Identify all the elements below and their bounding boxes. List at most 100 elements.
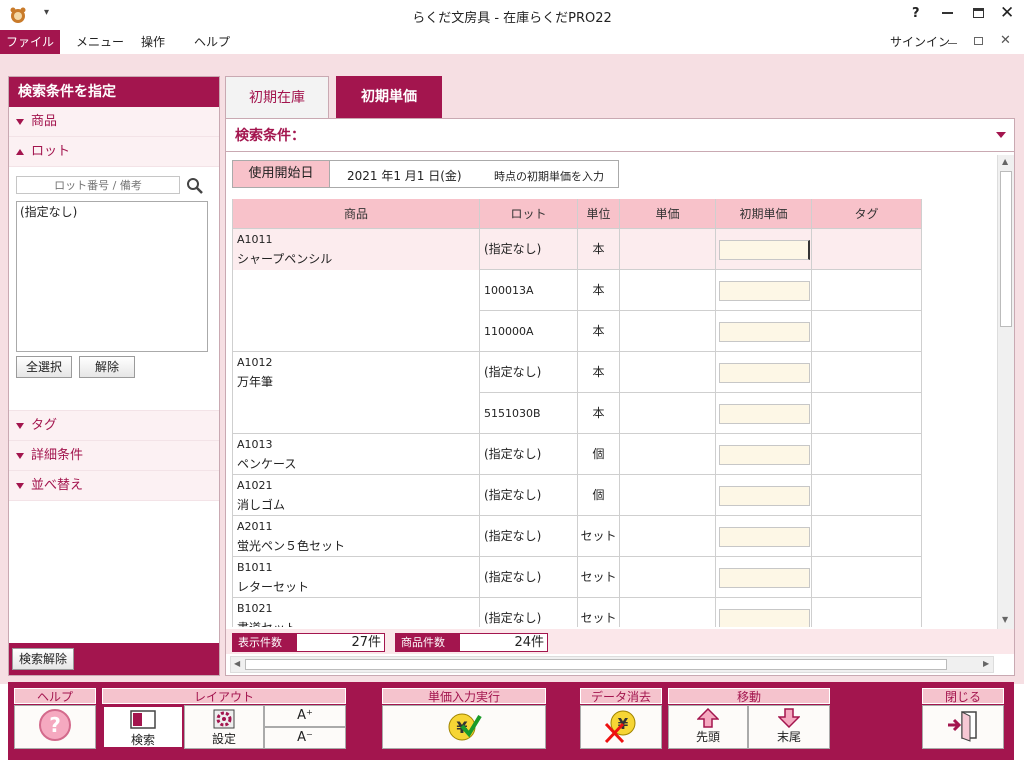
scroll-up-icon[interactable]: ▲ [1002,157,1008,166]
scroll-left-icon[interactable]: ◀ [234,659,240,668]
section-product[interactable]: 商品 [9,107,219,137]
lot-cell: (指定なし) [480,516,578,557]
initial-price-input[interactable] [719,363,810,383]
tag-cell [812,311,922,352]
table-header-cell: 単位 [578,199,620,229]
move-first-button[interactable]: 先頭 [668,705,748,749]
section-detail[interactable]: 詳細条件 [9,441,219,471]
product-name: ペンケース [237,457,297,471]
select-all-button[interactable]: 全選択 [16,356,72,378]
display-count-value: 27件 [296,633,385,652]
search-criteria-panel: 検索条件を指定 商品 ロット (指定なし) 全選択 解除 タグ 詳細条件 並べ替… [8,76,220,676]
scrollbar-thumb[interactable] [1000,171,1012,327]
initial-price-cell [716,311,812,352]
start-date-value: 2021 年1 月1 日(金) [347,169,462,183]
horizontal-scrollbar[interactable]: ◀ ▶ [230,656,994,673]
initial-price-input[interactable] [719,568,810,588]
start-date-field[interactable]: 2021 年1 月1 日(金) 時点の初期単価を入力 [330,160,619,188]
left-footer: 検索解除 [9,643,219,675]
execute-price-input-button[interactable]: ¥ [382,705,546,749]
product-name: 万年筆 [237,375,274,389]
hscrollbar-thumb[interactable] [245,659,947,670]
initial-price-input[interactable] [719,322,810,342]
settings-button[interactable]: 設定 [184,705,264,749]
table-header-cell: タグ [812,199,922,229]
initial-price-input[interactable] [719,609,810,627]
start-date-suffix: 時点の初期単価を入力 [494,170,604,183]
display-count-label: 表示件数 [232,633,296,652]
move-group: 移動 先頭 末尾 [668,688,830,754]
settings-label: 設定 [211,732,236,746]
tab-initial-price[interactable]: 初期単価 [336,76,442,118]
scroll-down-icon[interactable]: ▼ [1002,615,1008,624]
search-icon[interactable] [186,177,204,195]
table-header-cell: 初期単価 [716,199,812,229]
reset-search-button[interactable]: 検索解除 [12,648,74,670]
ribbon-close-icon[interactable]: ✕ [1000,33,1011,48]
maximize-window-icon[interactable] [973,8,984,18]
menu-operation[interactable]: 操作 [133,30,173,54]
title-bar: ▾ らくだ文房具 - 在庫らくだPRO22 ? ✕ [0,0,1024,30]
close-group: 閉じる [922,688,1004,754]
unit-cell: 本 [578,311,620,352]
initial-price-input[interactable] [719,281,810,301]
unit-cell: セット [578,598,620,627]
lot-cell: (指定なし) [480,434,578,475]
vertical-scrollbar[interactable]: ▲ ▼ [997,155,1014,629]
initial-price-cell [716,393,812,434]
move-last-label: 末尾 [776,730,801,744]
initial-price-input[interactable] [719,240,810,260]
unit-cell: 本 [578,393,620,434]
help-icon[interactable]: ? [912,6,920,21]
unit-price-cell [620,598,716,627]
menu-file[interactable]: ファイル [0,30,60,54]
lot-cell: (指定なし) [480,598,578,627]
initial-price-input[interactable] [719,527,810,547]
font-size-down-button[interactable]: A⁻ [264,727,346,749]
lot-search-input[interactable] [16,176,180,194]
ribbon-minimize-icon[interactable] [948,43,957,44]
product-cell: A1021 消しゴム [232,475,480,516]
section-lot[interactable]: ロット [9,137,219,167]
initial-price-input[interactable] [719,445,810,465]
ribbon-restore-icon[interactable] [974,37,983,45]
tag-cell [812,516,922,557]
initial-price-cell [716,434,812,475]
product-cell: A1013 ペンケース [232,434,480,475]
unit-cell: セット [578,516,620,557]
close-button[interactable] [922,705,1004,749]
close-window-icon[interactable]: ✕ [1000,3,1014,23]
tab-initial-stock[interactable]: 初期在庫 [225,76,329,118]
initial-price-input[interactable] [719,486,810,506]
erase-group: データ消去 ¥ [580,688,662,754]
initial-price-input[interactable] [719,404,810,424]
unit-price-cell [620,434,716,475]
section-tag[interactable]: タグ [9,411,219,441]
move-group-label: 移動 [668,688,830,704]
layout-search-button[interactable]: 検索 [102,705,184,749]
unit-cell: 個 [578,434,620,475]
tag-cell [812,475,922,516]
move-last-button[interactable]: 末尾 [748,705,830,749]
erase-data-button[interactable]: ¥ [580,705,662,749]
yen-check-icon: ¥ [448,713,482,741]
signin-link[interactable]: サインイン [882,30,958,54]
help-button[interactable]: ? [14,705,96,749]
arrow-down-icon [778,708,800,728]
unit-cell: 本 [578,229,620,270]
section-sort[interactable]: 並べ替え [9,471,219,501]
collapse-up-icon [16,148,24,155]
scroll-right-icon[interactable]: ▶ [983,659,989,668]
menu-menu[interactable]: メニュー [68,30,132,54]
search-conditions-bar[interactable]: 検索条件： [226,119,1014,152]
lot-list[interactable]: (指定なし) [16,201,208,352]
font-size-up-button[interactable]: A⁺ [264,705,346,727]
menu-help[interactable]: ヘルプ [186,30,238,54]
lot-list-item[interactable]: (指定なし) [20,203,204,220]
minimize-window-icon[interactable] [942,12,953,14]
expand-conditions-icon[interactable] [996,132,1006,138]
tag-cell [812,229,922,270]
tag-cell [812,598,922,627]
clear-selection-button[interactable]: 解除 [79,356,135,378]
initial-price-cell [716,598,812,627]
